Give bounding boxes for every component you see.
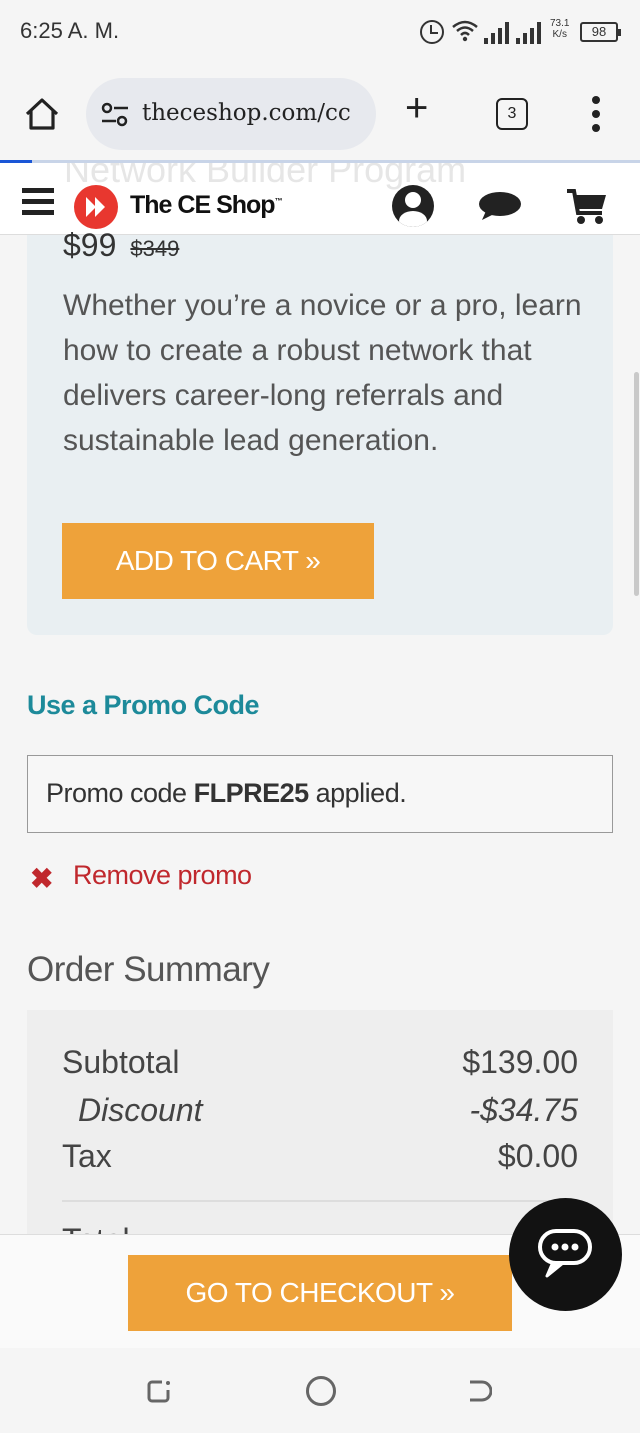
home-nav-icon[interactable]: [306, 1376, 336, 1406]
url-text[interactable]: theceshop.com/cc: [142, 100, 351, 126]
recent-apps-icon[interactable]: [146, 1378, 172, 1404]
signal-icon: [484, 22, 510, 44]
site-header: Network Builder Program The CE Shop™: [0, 163, 640, 235]
account-icon[interactable]: [392, 185, 434, 227]
go-to-checkout-button[interactable]: GO TO CHECKOUT »: [128, 1255, 512, 1331]
sale-price: $99: [63, 227, 117, 263]
logo-text[interactable]: The CE Shop™: [130, 191, 283, 220]
signal-icon-2: [516, 22, 542, 44]
more-vert-icon[interactable]: [590, 96, 602, 132]
alarm-icon: [420, 20, 444, 44]
add-to-cart-button[interactable]: ADD TO CART »: [62, 523, 374, 599]
cart-icon[interactable]: [566, 187, 608, 227]
promo-message: Promo code FLPRE25 applied.: [46, 778, 407, 808]
plus-icon[interactable]: +: [405, 88, 428, 128]
price-row: $99 $349: [63, 227, 179, 264]
product-card: $99 $349 Whether you’re a novice or a pro…: [27, 227, 613, 635]
remove-promo-link[interactable]: Remove promo: [73, 860, 252, 891]
chat-support-button[interactable]: [509, 1198, 622, 1311]
system-nav-bar: [0, 1348, 640, 1433]
browser-toolbar: theceshop.com/cc + 3: [0, 64, 640, 164]
close-x-icon[interactable]: ✖: [30, 862, 53, 895]
status-time: 6:25 A. M.: [20, 18, 120, 43]
use-promo-code-link[interactable]: Use a Promo Code: [27, 690, 260, 721]
home-icon[interactable]: [22, 94, 62, 134]
tabs-icon[interactable]: 3: [496, 98, 528, 130]
battery-icon: 98: [580, 22, 621, 42]
product-description: Whether you’re a novice or a pro, learn …: [63, 289, 582, 457]
chat-support-icon: [538, 1229, 592, 1278]
summary-divider: [62, 1200, 578, 1202]
back-icon[interactable]: [466, 1378, 493, 1404]
order-summary-title: Order Summary: [27, 950, 270, 989]
promo-applied-box: Promo code FLPRE25 applied.: [27, 755, 613, 833]
promo-code: FLPRE25: [193, 778, 310, 808]
scrollbar[interactable]: [634, 372, 639, 596]
url-bar[interactable]: theceshop.com/cc: [86, 78, 376, 150]
chat-bubble-icon[interactable]: [478, 191, 522, 221]
wifi-icon: [452, 20, 478, 48]
original-price: $349: [130, 236, 180, 261]
logo-icon[interactable]: [74, 185, 118, 229]
hamburger-icon[interactable]: [22, 188, 54, 216]
tune-icon[interactable]: [100, 102, 130, 128]
network-speed: 73.1 K/s: [550, 18, 570, 40]
status-bar: 6:25 A. M. 73.1 K/s 98: [0, 0, 640, 64]
